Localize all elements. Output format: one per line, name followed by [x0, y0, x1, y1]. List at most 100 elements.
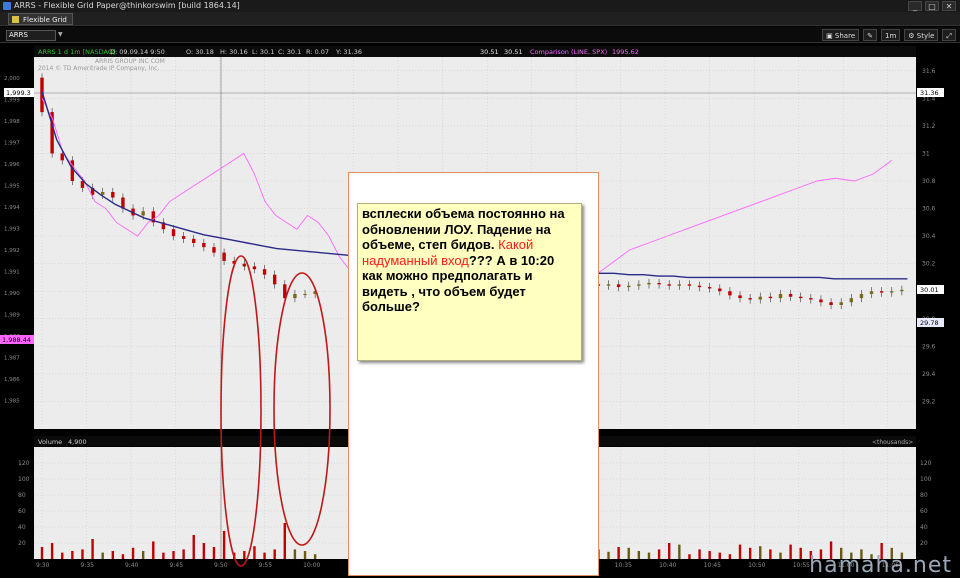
- high-readout: H: 30.16: [220, 48, 248, 56]
- volume-bar: [698, 549, 701, 559]
- time-axis-tick: 10:50: [748, 562, 765, 569]
- time-axis-tick: 10:40: [659, 562, 676, 569]
- candle-body: [202, 243, 206, 248]
- candle-body: [728, 291, 732, 296]
- timeframe-button[interactable]: 1m: [881, 29, 901, 41]
- volume-bar: [738, 544, 742, 559]
- volume-bar: [748, 547, 752, 559]
- candle-body: [900, 289, 904, 292]
- volume-axis-tick: 40: [920, 524, 928, 531]
- volume-bar: [283, 523, 286, 559]
- volume-bar: [657, 549, 661, 559]
- left-axis-tick: 2,000: [4, 76, 20, 82]
- volume-bar: [101, 552, 104, 559]
- candle-body: [758, 296, 762, 300]
- price-tag-3-text: 29.78: [920, 319, 939, 327]
- candle-body: [788, 293, 793, 297]
- right-axis-tick: 30.4: [922, 233, 936, 240]
- volume-bar: [607, 551, 610, 559]
- volume-bar: [81, 549, 84, 559]
- window-titlebar: ARRS - Flexible Grid Paper@thinkorswim […: [0, 0, 960, 12]
- candle-body: [252, 266, 257, 270]
- left-axis-tick: 1,987: [4, 356, 20, 362]
- candle-body: [606, 284, 611, 286]
- candle-body: [242, 263, 247, 267]
- volume-bar: [182, 549, 185, 559]
- right-axis-tick: 29.6: [922, 343, 936, 350]
- annotation-note: всплески объема постоянно на обновлении …: [348, 172, 599, 576]
- comparison-label: Comparison (LINE, SPX): [530, 48, 607, 56]
- window-title: ARRS - Flexible Grid Paper@thinkorswim […: [14, 1, 240, 10]
- tab-flexible-grid[interactable]: Flexible Grid: [8, 13, 73, 25]
- candle-body: [192, 238, 196, 243]
- candle-body: [718, 288, 722, 292]
- volume-bar: [789, 544, 792, 559]
- candle-body: [738, 295, 742, 299]
- drawing-tools-button[interactable]: ✎: [863, 29, 877, 41]
- volume-bar: [303, 551, 307, 559]
- volume-bar: [192, 535, 195, 559]
- candle-body: [60, 153, 64, 161]
- y-readout: Y: 31.36: [335, 48, 362, 56]
- volume-bar: [799, 547, 802, 559]
- pencil-icon: ✎: [867, 32, 873, 40]
- volume-axis-tick: 100: [920, 476, 932, 483]
- range-readout: R: 0.07: [306, 48, 329, 56]
- last-price-tag-text: 31.36: [920, 89, 939, 97]
- left-axis-tick: 1,998: [4, 119, 20, 125]
- candle-body: [627, 285, 631, 288]
- copyright-text: 2014 © TD Ameritrade IP Company, Inc.: [38, 65, 159, 72]
- volume-axis-tick: 20: [920, 540, 928, 547]
- bid-readout: 30.51: [480, 48, 499, 56]
- candle-body: [748, 298, 752, 300]
- note-text-box: всплески объема постоянно на обновлении …: [357, 203, 582, 361]
- close-button[interactable]: ✕: [942, 1, 956, 11]
- left-axis-tick: 1,995: [4, 184, 20, 190]
- chart-header-strip: [34, 46, 916, 57]
- volume-bar: [688, 554, 691, 559]
- volume-bar: [172, 551, 175, 559]
- volume-bar: [769, 549, 772, 559]
- share-label: Share: [834, 32, 856, 40]
- candle-body: [879, 291, 884, 293]
- expand-button[interactable]: ⤢: [942, 29, 956, 41]
- volume-bar: [637, 551, 641, 559]
- comparison-value: 1995.62: [612, 48, 639, 56]
- volume-bar: [91, 539, 94, 559]
- volume-bar: [313, 554, 317, 559]
- volume-bar: [617, 547, 620, 559]
- volume-bar: [152, 541, 155, 559]
- time-axis-tick: 9:30: [36, 562, 50, 569]
- time-axis-tick: 9:45: [170, 562, 184, 569]
- minimize-button[interactable]: _: [908, 1, 922, 11]
- right-axis-tick: 29.2: [922, 398, 936, 405]
- left-axis-tick: 1,989: [4, 313, 20, 319]
- volume-bar: [243, 551, 246, 559]
- candle-body: [809, 298, 813, 300]
- volume-bar: [728, 554, 732, 559]
- grid-icon: [12, 16, 19, 23]
- left-axis-tick: 1,990: [4, 291, 20, 297]
- company-name: ARRIS GROUP INC COM: [95, 58, 165, 65]
- right-axis-tick: 31.2: [922, 123, 936, 130]
- right-axis-tick: 31.6: [922, 68, 936, 75]
- symbol-input[interactable]: ARRS: [6, 30, 56, 41]
- volume-bar: [263, 552, 266, 559]
- maximize-button[interactable]: □: [925, 1, 939, 11]
- symbol-toolbar: ARRS ▼ ▣ Share ✎ 1m ⚙ Style ⤢: [0, 27, 960, 43]
- time-axis-tick: 9:50: [214, 562, 228, 569]
- style-button[interactable]: ⚙ Style: [904, 29, 939, 41]
- ask-readout: 30.51: [504, 48, 523, 56]
- candle-body: [141, 211, 145, 216]
- candle-body: [171, 229, 176, 237]
- candle-body: [778, 293, 783, 299]
- volume-bar: [678, 544, 681, 559]
- candle-body: [677, 284, 682, 286]
- share-button[interactable]: ▣ Share: [822, 29, 860, 41]
- candle-body: [100, 192, 105, 195]
- volume-bar: [61, 552, 64, 559]
- volume-axis-tick-left: 40: [18, 524, 26, 531]
- time-axis-tick: 9:55: [259, 562, 273, 569]
- chevron-down-icon[interactable]: ▼: [58, 31, 66, 40]
- watermark: hamaha.net: [809, 553, 952, 578]
